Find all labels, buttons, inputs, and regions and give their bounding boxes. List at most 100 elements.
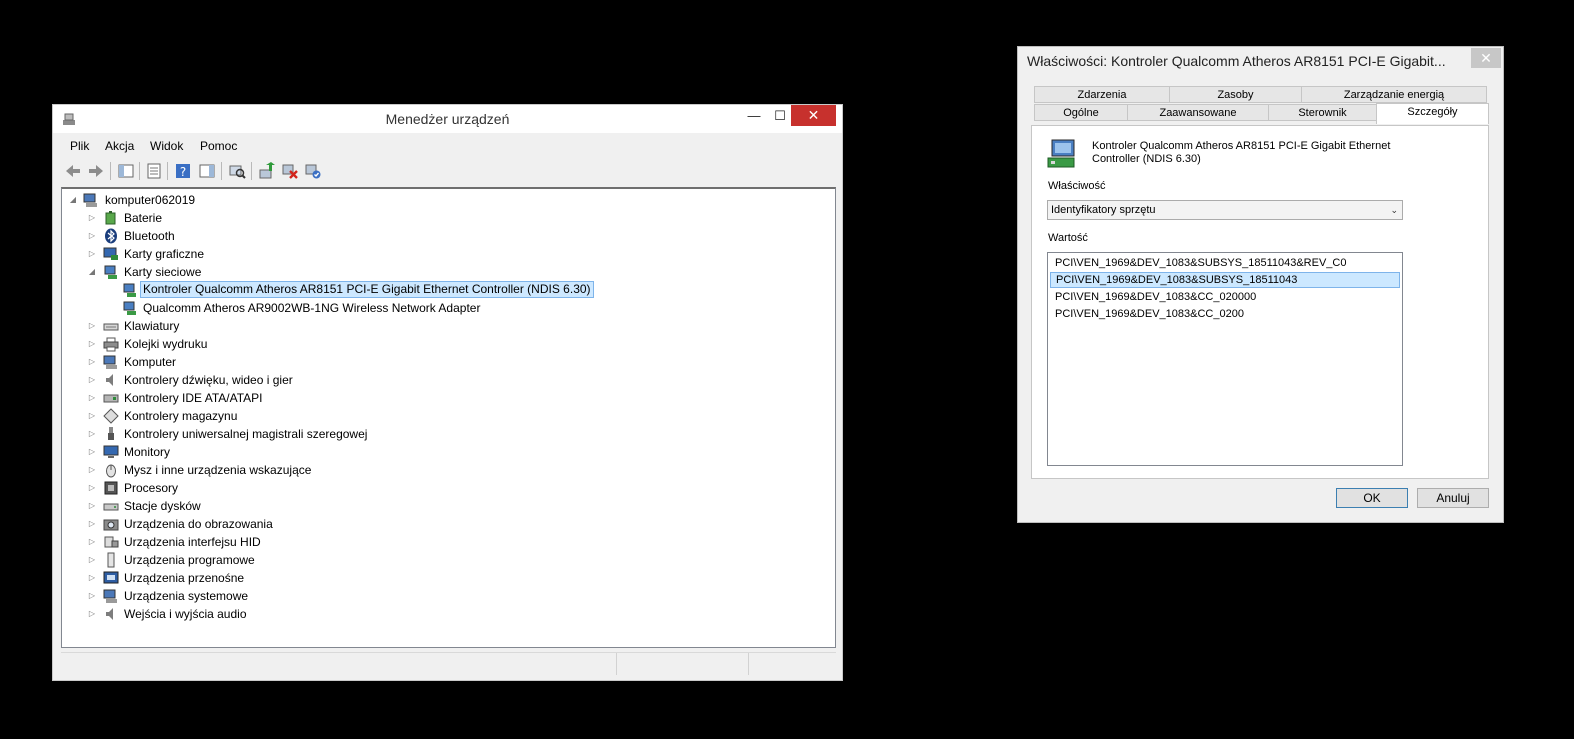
tree-device-selected[interactable]: Kontroler Qualcomm Atheros AR8151 PCI-E …: [62, 281, 832, 299]
expand-arrow-icon[interactable]: ▷: [87, 209, 97, 227]
tab-sterownik[interactable]: Sterownik: [1268, 104, 1377, 121]
tree-category[interactable]: ▷ Urządzenia systemowe: [62, 587, 832, 605]
tree-category[interactable]: ▷ Kontrolery IDE ATA/ATAPI: [62, 389, 832, 407]
tab-ogolne[interactable]: Ogólne: [1034, 104, 1128, 121]
ok-button[interactable]: OK: [1336, 488, 1408, 508]
network-adapter-icon: [1047, 139, 1075, 168]
tree-category-label: Baterie: [124, 211, 163, 225]
tree-category[interactable]: ▷ Bluetooth: [62, 227, 832, 245]
tree-category[interactable]: ▷ Urządzenia do obrazowania: [62, 515, 832, 533]
scan-hardware-icon[interactable]: [228, 162, 246, 180]
svg-text:?: ?: [180, 165, 186, 179]
keyboard-icon: [103, 323, 119, 331]
close-button[interactable]: ✕: [791, 105, 836, 126]
expand-arrow-icon[interactable]: ▷: [87, 353, 97, 371]
back-icon[interactable]: [64, 162, 82, 180]
tree-category[interactable]: ▷ Urządzenia przenośne: [62, 569, 832, 587]
expand-arrow-icon[interactable]: ▷: [87, 515, 97, 533]
value-list-item-selected[interactable]: PCI\VEN_1969&DEV_1083&SUBSYS_18511043: [1050, 272, 1400, 288]
expand-arrow-icon[interactable]: ▷: [87, 227, 97, 245]
properties-icon[interactable]: [145, 162, 163, 180]
tree-category[interactable]: ▷ Mysz i inne urządzenia wskazujące: [62, 461, 832, 479]
show-hide-console-tree-icon[interactable]: [117, 162, 135, 180]
disk-drive-icon: [103, 503, 119, 511]
tree-category[interactable]: ▷ Klawiatury: [62, 317, 832, 335]
tree-root[interactable]: ◢ komputer062019: [62, 191, 832, 209]
value-list-item[interactable]: PCI\VEN_1969&DEV_1083&CC_020000: [1050, 289, 1400, 305]
collapse-arrow-icon[interactable]: ◢: [87, 263, 97, 281]
tree-category[interactable]: ▷ Monitory: [62, 443, 832, 461]
menu-akcja[interactable]: Akcja: [105, 139, 134, 153]
expand-arrow-icon[interactable]: ▷: [87, 317, 97, 335]
expand-arrow-icon[interactable]: ▷: [87, 407, 97, 425]
expand-arrow-icon[interactable]: ▷: [87, 551, 97, 569]
expand-arrow-icon[interactable]: ▷: [87, 245, 97, 263]
tab-zasoby[interactable]: Zasoby: [1169, 86, 1302, 103]
tree-category[interactable]: ▷ Kontrolery magazynu: [62, 407, 832, 425]
dialog-close-button[interactable]: ✕: [1471, 48, 1501, 68]
tab-zdarzenia[interactable]: Zdarzenia: [1034, 86, 1170, 103]
toolbar-separator: [221, 162, 222, 180]
cancel-button[interactable]: Anuluj: [1417, 488, 1489, 508]
tree-category-label: Urządzenia przenośne: [124, 571, 245, 585]
tree-category-label: Karty sieciowe: [124, 265, 202, 279]
expand-arrow-icon[interactable]: ▷: [87, 605, 97, 623]
update-driver-icon[interactable]: [258, 162, 276, 180]
tree-category-label: Kontrolery IDE ATA/ATAPI: [124, 391, 263, 405]
show-action-pane-icon[interactable]: [198, 162, 216, 180]
tree-category-expanded[interactable]: ◢ Karty sieciowe: [62, 263, 832, 281]
title-bar[interactable]: Menedżer urządzeń — ☐ ✕: [53, 105, 842, 133]
menu-bar: Plik Akcja Widok Pomoc: [53, 135, 842, 157]
value-list[interactable]: PCI\VEN_1969&DEV_1083&SUBSYS_18511043&RE…: [1047, 252, 1403, 466]
collapse-arrow-icon[interactable]: ◢: [68, 191, 78, 209]
tree-category[interactable]: ▷ Baterie: [62, 209, 832, 227]
tree-category[interactable]: ▷ Stacje dysków: [62, 497, 832, 515]
menu-widok[interactable]: Widok: [150, 139, 183, 153]
uninstall-device-icon[interactable]: [281, 162, 299, 180]
expand-arrow-icon[interactable]: ▷: [87, 443, 97, 461]
expand-arrow-icon[interactable]: ▷: [87, 479, 97, 497]
expand-arrow-icon[interactable]: ▷: [87, 587, 97, 605]
tree-category[interactable]: ▷ Kontrolery dźwięku, wideo i gier: [62, 371, 832, 389]
system-device-icon: [103, 589, 117, 603]
menu-plik[interactable]: Plik: [70, 139, 89, 153]
window-title: Menedżer urządzeń: [385, 111, 510, 127]
tab-szczegoly[interactable]: Szczegóły: [1376, 103, 1489, 124]
device-manager-window: Menedżer urządzeń — ☐ ✕ Plik Akcja Widok…: [52, 104, 843, 681]
tree-category[interactable]: ▷ Kolejki wydruku: [62, 335, 832, 353]
tree-category[interactable]: ▷ Urządzenia interfejsu HID: [62, 533, 832, 551]
tab-zarzadzanie-energia[interactable]: Zarządzanie energią: [1301, 86, 1487, 103]
help-icon[interactable]: ?: [174, 162, 192, 180]
forward-icon[interactable]: [87, 162, 105, 180]
device-name: Kontroler Qualcomm Atheros AR8151 PCI-E …: [1092, 140, 1391, 165]
tree-category-label: Urządzenia interfejsu HID: [124, 535, 261, 549]
expand-arrow-icon[interactable]: ▷: [87, 533, 97, 551]
value-list-item[interactable]: PCI\VEN_1969&DEV_1083&CC_0200: [1050, 306, 1400, 322]
tree-category[interactable]: ▷ Procesory: [62, 479, 832, 497]
tree-device[interactable]: Qualcomm Atheros AR9002WB-1NG Wireless N…: [62, 299, 832, 317]
tree-category-label: Procesory: [124, 481, 179, 495]
tab-zaawansowane[interactable]: Zaawansowane: [1127, 104, 1269, 121]
expand-arrow-icon[interactable]: ▷: [87, 335, 97, 353]
audio-io-icon: [106, 608, 113, 620]
expand-arrow-icon[interactable]: ▷: [87, 497, 97, 515]
speaker-icon: [106, 374, 113, 386]
tree-category[interactable]: ▷ Urządzenia programowe: [62, 551, 832, 569]
expand-arrow-icon[interactable]: ▷: [87, 371, 97, 389]
enable-device-icon[interactable]: [304, 162, 322, 180]
expand-arrow-icon[interactable]: ▷: [87, 569, 97, 587]
tree-category[interactable]: ▷ Kontrolery uniwersalnej magistrali sze…: [62, 425, 832, 443]
property-dropdown[interactable]: Identyfikatory sprzętu ⌄: [1047, 200, 1403, 220]
expand-arrow-icon[interactable]: ▷: [87, 461, 97, 479]
battery-icon: [105, 211, 116, 225]
tree-category-label: Komputer: [124, 355, 177, 369]
device-tree[interactable]: ◢ komputer062019 ▷ Baterie ▷ Bluetooth ▷…: [61, 187, 836, 648]
tree-category-label: Urządzenia programowe: [124, 553, 255, 567]
expand-arrow-icon[interactable]: ▷: [87, 389, 97, 407]
value-list-item[interactable]: PCI\VEN_1969&DEV_1083&SUBSYS_18511043&RE…: [1050, 255, 1400, 271]
menu-pomoc[interactable]: Pomoc: [200, 139, 237, 153]
expand-arrow-icon[interactable]: ▷: [87, 425, 97, 443]
tree-category[interactable]: ▷ Wejścia i wyjścia audio: [62, 605, 832, 623]
tree-category[interactable]: ▷ Karty graficzne: [62, 245, 832, 263]
tree-category[interactable]: ▷ Komputer: [62, 353, 832, 371]
